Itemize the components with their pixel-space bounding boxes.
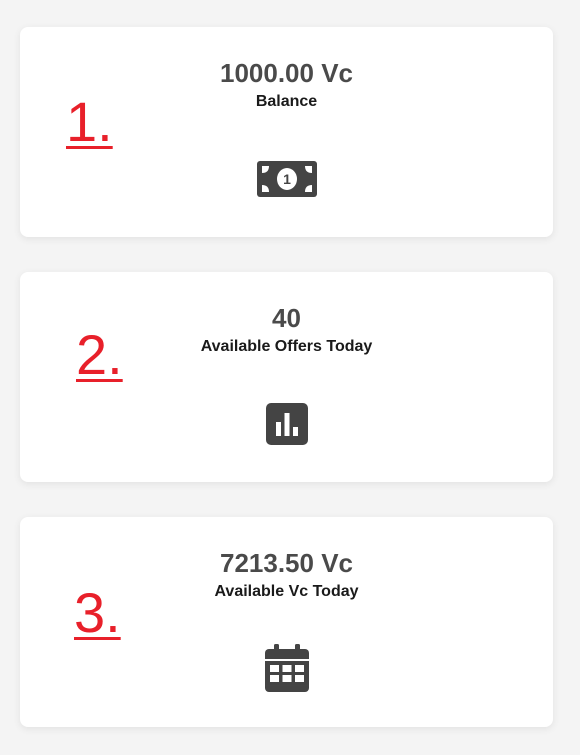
money-bill-icon: 1 <box>20 161 553 202</box>
available-vc-value: 7213.50 Vc <box>219 548 353 578</box>
annotation-3: 3. <box>74 581 121 644</box>
svg-text:1: 1 <box>283 171 291 187</box>
balance-value: 1000.00 Vc <box>219 58 353 88</box>
annotation-2: 2. <box>76 323 123 386</box>
calendar-icon <box>20 644 553 697</box>
annotation-1: 1. <box>66 90 113 153</box>
bar-chart-icon <box>20 403 553 450</box>
